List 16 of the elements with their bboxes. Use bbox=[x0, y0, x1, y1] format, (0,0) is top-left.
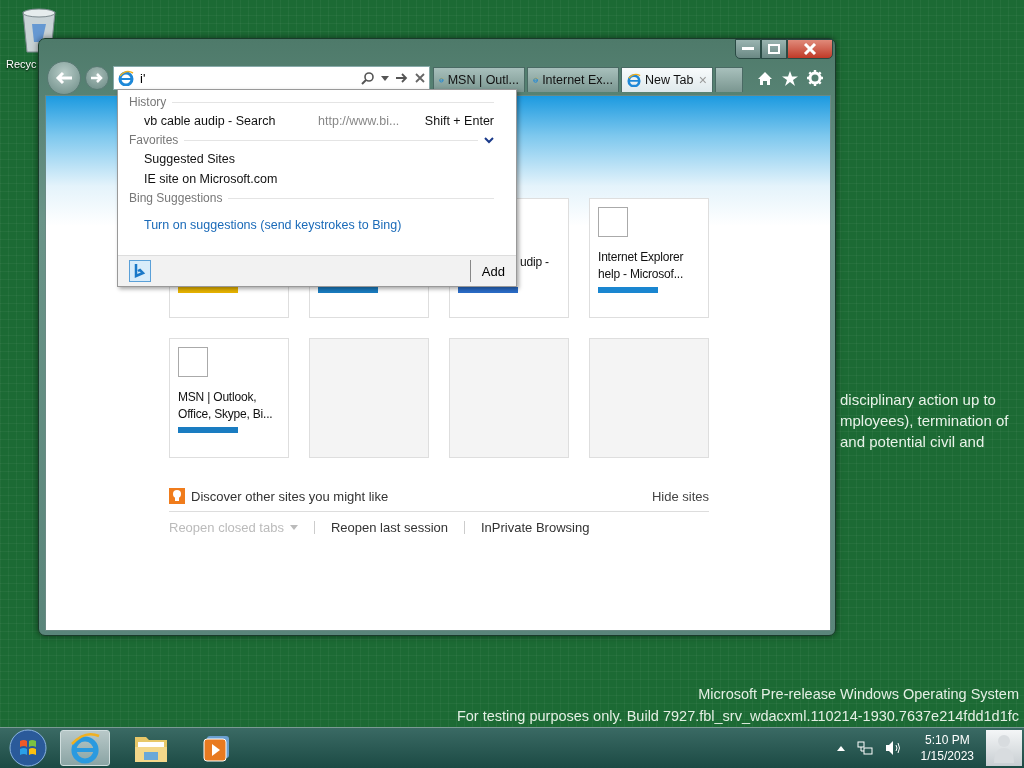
section-heading: Favorites bbox=[129, 133, 179, 147]
background-text-line: and potential civil and bbox=[840, 432, 986, 452]
site-title: Internet Explorer help - Microsof... bbox=[598, 249, 685, 283]
site-title: MSN | Outlook, Office, Skype, Bi... bbox=[178, 389, 274, 423]
item-url: http://www.bi... bbox=[318, 114, 401, 128]
section-heading: Bing Suggestions bbox=[129, 191, 223, 205]
background-text-line: mployees), termination of bbox=[840, 411, 1009, 431]
watermark-text: For testing purposes only. Build 7927.fbl_srv_wdacxml.110214-1930.7637e214fdd1d1fc bbox=[456, 707, 1019, 726]
address-text: i' bbox=[140, 70, 147, 86]
site-title: udip - bbox=[519, 254, 550, 271]
watermark-text: Microsoft Pre-release Windows Operating System bbox=[698, 685, 1019, 704]
shortcut-hint: Shift + Enter bbox=[424, 114, 494, 128]
discover-text: Discover other sites you might like bbox=[191, 488, 389, 504]
section-heading: History bbox=[129, 95, 167, 109]
desktop-icon-label: Recyc bbox=[6, 58, 37, 70]
background-text-line: disciplinary action up to bbox=[840, 390, 997, 410]
